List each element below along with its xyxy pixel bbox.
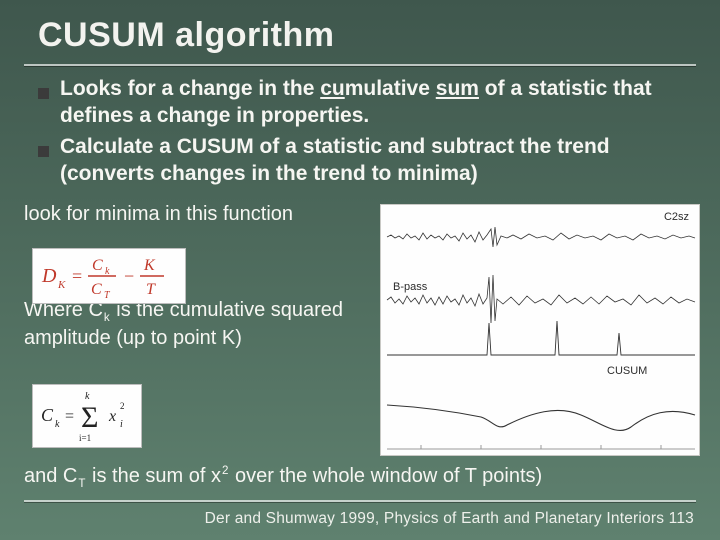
svg-text:−: −: [124, 266, 134, 286]
svg-text:Σ: Σ: [81, 401, 98, 434]
svg-text:C: C: [91, 281, 102, 298]
panel-label-bpass: B-pass: [393, 281, 427, 293]
bullet-1-frag2: mulative: [345, 77, 436, 100]
bullet-2-text: Calculate a CUSUM of a statistic and sub…: [58, 134, 690, 188]
svg-text:C: C: [92, 257, 103, 274]
divider-bottom: [24, 500, 696, 503]
body-p1: look for minima in this function: [24, 202, 354, 226]
svg-text:k: k: [55, 419, 60, 430]
bullet-1-frag: Looks for a change in the: [60, 77, 320, 100]
bullet-2: Calculate a CUSUM of a statistic and sub…: [40, 134, 690, 188]
svg-text:T: T: [104, 290, 111, 300]
svg-text:x: x: [108, 408, 116, 425]
svg-text:K: K: [143, 257, 156, 274]
equation-dk: D K = C k C T − K T: [32, 248, 186, 304]
tail-mid: is the sum of x: [86, 465, 221, 487]
panel-label-c2sz: C2sz: [664, 211, 689, 223]
tail-text: and CT is the sum of x2 over the whole w…: [24, 464, 704, 491]
tail-post: over the whole window of T points): [229, 465, 542, 487]
slide: CUSUM algorithm Looks for a change in th…: [0, 0, 720, 540]
divider-top: [24, 64, 696, 67]
bullet-1-sum: sum: [436, 77, 479, 100]
svg-text:k: k: [85, 391, 90, 402]
svg-text:D: D: [41, 265, 57, 287]
body-p2-sub: k: [103, 311, 111, 324]
citation: Der and Shumway 1999, Physics of Earth a…: [205, 510, 694, 528]
svg-text:T: T: [146, 281, 156, 298]
bullet-icon: [40, 76, 58, 130]
tail-pre: and C: [24, 465, 77, 487]
panel-label-cusum: CUSUM: [607, 365, 647, 377]
svg-text:2: 2: [120, 401, 125, 411]
svg-text:=: =: [72, 266, 82, 286]
equation-ck: C k = Σ k i=1 x 2 i: [32, 384, 142, 448]
bullet-1-text: Looks for a change in the cumulative sum…: [58, 76, 690, 130]
bullet-icon: [40, 134, 58, 188]
svg-text:i: i: [120, 419, 123, 430]
svg-text:i=1: i=1: [79, 433, 91, 443]
svg-text:=: =: [65, 408, 74, 425]
bullet-1-cu: cu: [320, 77, 345, 100]
slide-title: CUSUM algorithm: [38, 16, 335, 55]
svg-text:C: C: [41, 405, 54, 425]
svg-text:K: K: [57, 279, 66, 291]
waveform-panel: C2sz B-pass CUSUM: [380, 204, 700, 456]
bullets: Looks for a change in the cumulative sum…: [40, 76, 690, 192]
bullet-1: Looks for a change in the cumulative sum…: [40, 76, 690, 130]
body-p2: Where Ck is the cumulative squared ampli…: [24, 298, 354, 350]
